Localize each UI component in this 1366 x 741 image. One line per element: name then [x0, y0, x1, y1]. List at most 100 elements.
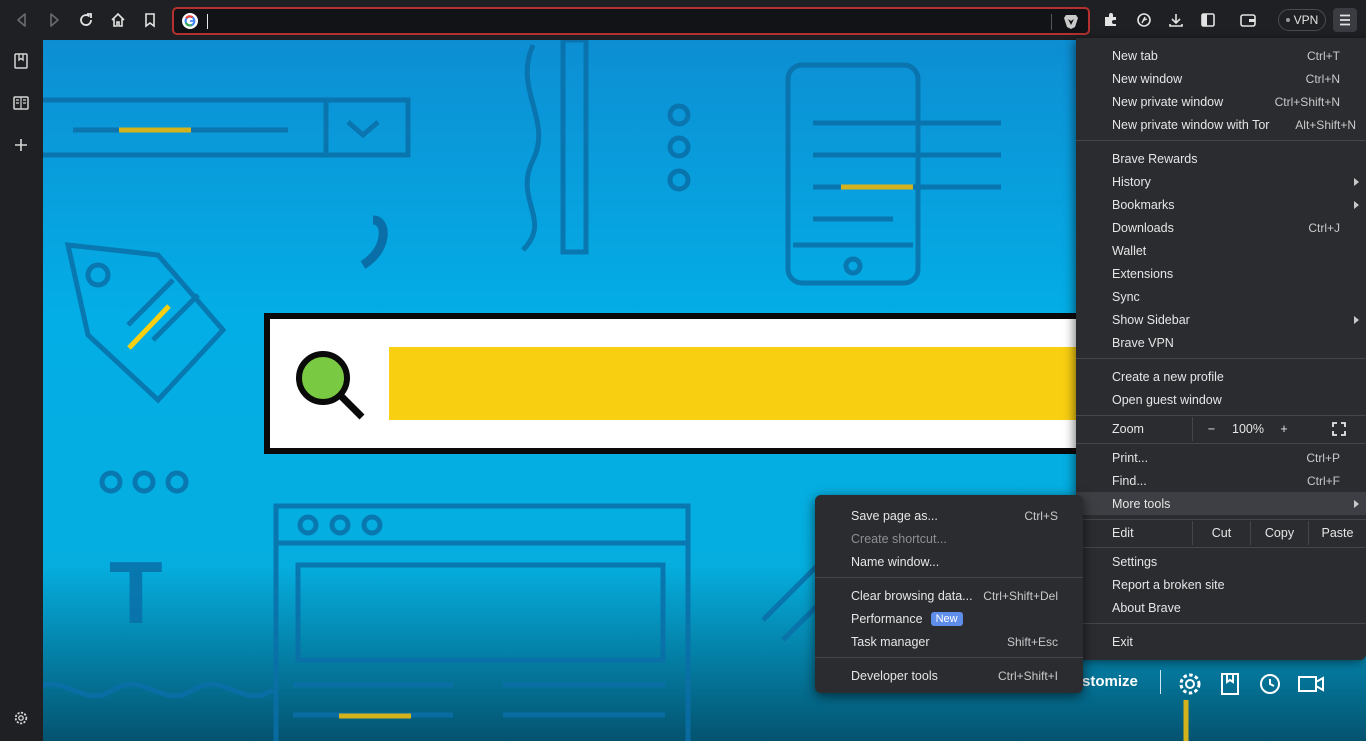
fullscreen-icon: [1332, 422, 1346, 436]
more-tools-submenu: Save page as... Ctrl+S Create shortcut...…: [815, 495, 1083, 693]
main-menu-button[interactable]: [1333, 8, 1357, 32]
home-icon: [111, 12, 125, 27]
history-icon[interactable]: [1257, 671, 1283, 697]
menu-report-broken-site[interactable]: Report a broken site: [1076, 573, 1366, 596]
cut-label: Cut: [1211, 526, 1232, 540]
vpn-status-dot: [1285, 18, 1290, 22]
bookmarks-panel-icon: [14, 53, 28, 69]
zoom-in-glyph: +: [1280, 422, 1288, 436]
submenu-developer-tools[interactable]: Developer tools Ctrl+Shift+I: [815, 664, 1083, 687]
zoom-out-glyph: −: [1207, 422, 1216, 436]
back-arrow-icon: [17, 13, 26, 27]
menu-history[interactable]: History: [1076, 170, 1366, 193]
menu-about-brave[interactable]: About Brave: [1076, 596, 1366, 619]
menu-new-private-window[interactable]: New private window Ctrl+Shift+N: [1076, 90, 1366, 113]
submenu-performance[interactable]: Performance New: [815, 607, 1083, 630]
video-call-icon[interactable]: [1297, 671, 1325, 697]
menu-exit[interactable]: Exit: [1076, 630, 1366, 653]
bottom-divider: [1160, 670, 1161, 694]
bookmarks-icon[interactable]: [1217, 671, 1243, 697]
menu-item-label: Exit: [1112, 634, 1133, 649]
menu-downloads[interactable]: Downloads Ctrl+J: [1076, 216, 1366, 239]
menu-item-shortcut: Ctrl+N: [1305, 71, 1340, 86]
app-menu: New tab Ctrl+T New window Ctrl+N New priva…: [1076, 38, 1366, 660]
leo-ai-button[interactable]: [1132, 8, 1156, 32]
menu-brave-rewards[interactable]: Brave Rewards: [1076, 147, 1366, 170]
vpn-button[interactable]: VPN: [1278, 9, 1326, 31]
home-button[interactable]: [106, 8, 130, 32]
fullscreen-button[interactable]: [1312, 417, 1366, 441]
edit-label-cell: Edit: [1076, 521, 1192, 544]
menu-bookmarks[interactable]: Bookmarks: [1076, 193, 1366, 216]
paste-button[interactable]: Paste: [1308, 521, 1366, 545]
sidebar-add-button[interactable]: [9, 133, 33, 157]
menu-item-label: Settings: [1112, 554, 1158, 569]
new-badge: New: [930, 611, 963, 626]
menu-create-profile[interactable]: Create a new profile: [1076, 365, 1366, 388]
menu-item-label: Wallet: [1112, 243, 1147, 258]
menu-show-sidebar[interactable]: Show Sidebar: [1076, 308, 1366, 331]
submenu-name-window[interactable]: Name window...: [815, 550, 1083, 573]
puzzle-icon: [1105, 13, 1116, 26]
menu-item-shortcut: Ctrl+Shift+N: [1274, 94, 1340, 109]
menu-more-tools[interactable]: More tools: [1076, 492, 1366, 515]
gear-icon: [14, 711, 28, 725]
customize-button[interactable]: stomize: [1082, 673, 1138, 690]
menu-brave-vpn[interactable]: Brave VPN: [1076, 331, 1366, 354]
bookmark-button[interactable]: [138, 8, 162, 32]
zoom-value: 100%: [1232, 422, 1264, 436]
submenu-save-page[interactable]: Save page as... Ctrl+S: [815, 504, 1083, 527]
menu-new-window[interactable]: New window Ctrl+N: [1076, 67, 1366, 90]
submenu-arrow-icon: [1354, 177, 1359, 186]
submenu-clear-browsing-data[interactable]: Clear browsing data... Ctrl+Shift+Del: [815, 584, 1083, 607]
sidebar-bookmarks-button[interactable]: [9, 49, 33, 73]
brave-shields-icon[interactable]: [1062, 12, 1080, 30]
menu-open-guest-window[interactable]: Open guest window: [1076, 388, 1366, 411]
back-button[interactable]: [10, 8, 34, 32]
submenu-task-manager[interactable]: Task manager Shift+Esc: [815, 630, 1083, 653]
bookmark-icon: [145, 13, 155, 28]
menu-item-label: About Brave: [1112, 600, 1181, 615]
left-sidebar: [0, 40, 43, 741]
address-bar[interactable]: [172, 7, 1090, 35]
menu-item-label: History: [1112, 174, 1151, 189]
wallet-button[interactable]: [1236, 8, 1260, 32]
wallet-icon: [1240, 14, 1256, 27]
submenu-item-shortcut: Ctrl+Shift+Del: [983, 588, 1058, 603]
menu-item-label: Brave Rewards: [1112, 151, 1198, 166]
zoom-label: Zoom: [1112, 421, 1144, 436]
menu-extensions[interactable]: Extensions: [1076, 262, 1366, 285]
menu-item-label: Brave VPN: [1112, 335, 1174, 350]
sidebar-reading-list-button[interactable]: [9, 91, 33, 115]
menu-item-label: Show Sidebar: [1112, 312, 1190, 327]
hamburger-icon: [1340, 14, 1350, 26]
extensions-button[interactable]: [1099, 8, 1123, 32]
menu-separator: [1076, 623, 1366, 624]
svg-text:T: T: [109, 543, 163, 642]
forward-button[interactable]: [42, 8, 66, 32]
zoom-level: 100%: [1230, 417, 1266, 441]
menu-new-private-window-tor[interactable]: New private window with Tor Alt+Shift+N: [1076, 113, 1366, 136]
downloads-button[interactable]: [1164, 8, 1188, 32]
submenu-separator: [815, 657, 1083, 658]
menu-new-tab[interactable]: New tab Ctrl+T: [1076, 44, 1366, 67]
zoom-out-button[interactable]: −: [1192, 417, 1230, 441]
submenu-item-label: Save page as...: [851, 508, 938, 523]
reload-button[interactable]: [74, 8, 98, 32]
menu-separator: [1076, 519, 1366, 520]
copy-button[interactable]: Copy: [1250, 521, 1308, 545]
menu-wallet[interactable]: Wallet: [1076, 239, 1366, 262]
sidebar-toggle-button[interactable]: [1196, 8, 1220, 32]
menu-print[interactable]: Print... Ctrl+P: [1076, 446, 1366, 469]
sidebar-panel-icon: [1201, 13, 1215, 27]
zoom-in-button[interactable]: +: [1266, 417, 1302, 441]
settings-gear-icon[interactable]: [1177, 671, 1203, 697]
menu-separator: [1076, 140, 1366, 141]
cut-button[interactable]: Cut: [1192, 521, 1250, 545]
menu-item-shortcut: Ctrl+P: [1306, 450, 1340, 465]
menu-find[interactable]: Find... Ctrl+F: [1076, 469, 1366, 492]
google-icon: [182, 13, 198, 29]
menu-settings[interactable]: Settings: [1076, 550, 1366, 573]
sidebar-settings-button[interactable]: [9, 706, 33, 730]
menu-sync[interactable]: Sync: [1076, 285, 1366, 308]
